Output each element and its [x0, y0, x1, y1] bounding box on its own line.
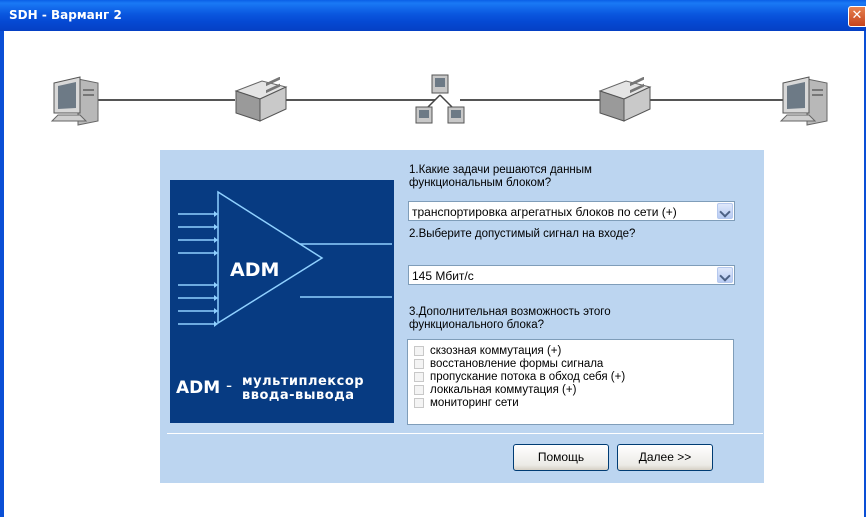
separator [167, 433, 763, 434]
network-link [95, 99, 235, 101]
question-3-checklist: скзозная коммутация (+) восстановление ф… [407, 339, 734, 425]
checkbox[interactable] [414, 398, 424, 408]
checkbox[interactable] [414, 385, 424, 395]
checkbox-option[interactable]: восстановление формы сигнала [414, 358, 603, 370]
next-button[interactable]: Далее >> [617, 444, 713, 471]
adm-caption-line2: ввода-вывода [242, 388, 355, 403]
help-button[interactable]: Помощь [513, 444, 609, 471]
checkbox-label: пропускание потока в обход себя (+) [430, 371, 626, 383]
checkbox-label: скзозная коммутация (+) [430, 345, 562, 357]
checkbox[interactable] [414, 372, 424, 382]
adm-caption-line1: мультиплексор [242, 374, 365, 389]
question-1-select[interactable]: транспортировка агрегатных блоков по сет… [408, 201, 735, 221]
network-link [460, 99, 600, 101]
close-button[interactable]: ✕ [848, 6, 866, 27]
chevron-down-icon[interactable] [717, 203, 733, 219]
question-2-select[interactable]: 145 Мбит/с [408, 265, 735, 285]
checkbox-option[interactable]: мониторинг сети [414, 397, 519, 409]
adm-caption-dash: - [226, 376, 233, 396]
application-window: SDH - Варманг 2 ✕ ADM ADM - мультиплексо… [0, 0, 866, 517]
adm-diagram-image: ADM ADM - мультиплексор ввода-вывода [170, 180, 394, 423]
network-hub-icon [415, 74, 465, 124]
question-1-text: 1.Какие задачи решаются данным функциона… [409, 164, 592, 189]
question-2-text: 2.Выберите допустимый сигнал на входе? [409, 228, 636, 240]
question-1-value: транспортировка агрегатных блоков по сет… [412, 205, 677, 219]
multiplexer-icon-right [598, 77, 652, 122]
checkbox-option[interactable]: скзозная коммутация (+) [414, 345, 561, 357]
checkbox[interactable] [414, 359, 424, 369]
window-frame-left [0, 31, 4, 517]
adm-caption-abbr: ADM [176, 378, 221, 398]
checkbox-option[interactable]: пропускание потока в обход себя (+) [414, 371, 625, 383]
computer-icon-left [50, 76, 99, 126]
window-title: SDH - Варманг 2 [9, 8, 122, 22]
checkbox-label: локкальная коммутация (+) [430, 384, 577, 396]
checkbox-label: мониторинг сети [430, 397, 519, 409]
chevron-down-icon[interactable] [717, 267, 733, 283]
adm-label: ADM [230, 259, 280, 281]
checkbox-option[interactable]: локкальная коммутация (+) [414, 384, 576, 396]
computer-icon-right [779, 76, 828, 126]
close-icon: ✕ [851, 8, 863, 23]
network-link [650, 99, 790, 101]
title-bar[interactable]: SDH - Варманг 2 ✕ [0, 0, 866, 31]
checkbox-label: восстановление формы сигнала [430, 358, 604, 370]
checkbox[interactable] [414, 346, 424, 356]
question-3-text: 3.Дополнительная возможность этого функц… [409, 306, 611, 331]
multiplexer-icon-left [234, 77, 288, 122]
question-2-value: 145 Мбит/с [412, 269, 474, 283]
